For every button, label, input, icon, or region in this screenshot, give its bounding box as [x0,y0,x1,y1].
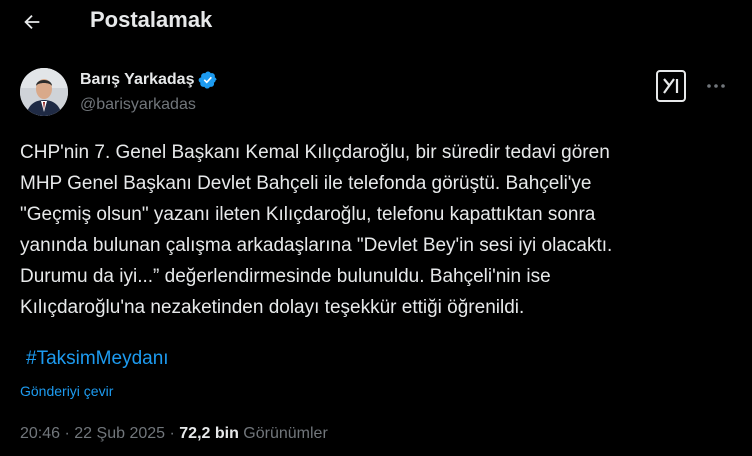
author-name-row: Barış Yarkadaş [80,70,218,90]
avatar[interactable] [20,68,68,116]
post-date[interactable]: 22 Şub 2025 [74,425,165,442]
more-horizontal-icon [707,84,725,88]
tweet-text-line: CHP'nin 7. Genel Başkanı Kemal Kılıçdaro… [20,142,610,163]
tweet-text-line: MHP Genel Başkanı Devlet Bahçeli ile tel… [20,173,592,194]
grok-button[interactable] [656,70,686,102]
views-label: Görünümler [243,425,328,442]
views-count[interactable]: 72,2 bin [179,425,239,442]
header: Postalamak [0,0,752,44]
author-name[interactable]: Barış Yarkadaş [80,71,194,89]
page-title: Postalamak [90,7,213,32]
more-options-button[interactable] [702,74,730,98]
author-handle[interactable]: @barisyarkadas [80,96,196,114]
translate-post-link[interactable]: Gönderiyi çevir [20,383,113,399]
meta-separator: · [64,425,70,442]
hashtag-link[interactable]: #TaksimMeydanı [26,348,169,370]
tweet-text-line: yanında bulunan çalışma arkadaşlarına "D… [20,235,613,256]
avatar-image [20,68,68,116]
tweet-text-line: Kılıçdaroğlu'na nezaketinden dolayı teşe… [20,297,525,318]
verified-badge-icon [199,71,218,89]
tweet-text: CHP'nin 7. Genel Başkanı Kemal Kılıçdaro… [20,137,732,323]
post-time[interactable]: 20:46 [20,425,60,442]
arrow-left-icon [24,14,40,30]
meta-separator: · [169,425,175,442]
grok-icon [663,78,679,94]
tweet-text-line: "Geçmiş olsun" yazanı ileten Kılıçdaroğl… [20,204,596,225]
tweet-meta: 20:46 · 22 Şub 2025 · 72,2 bin Görünümle… [20,425,328,443]
tweet-text-line: Durumu da iyi...” değerlendirmesinde bul… [20,266,551,287]
back-button[interactable] [14,5,50,39]
